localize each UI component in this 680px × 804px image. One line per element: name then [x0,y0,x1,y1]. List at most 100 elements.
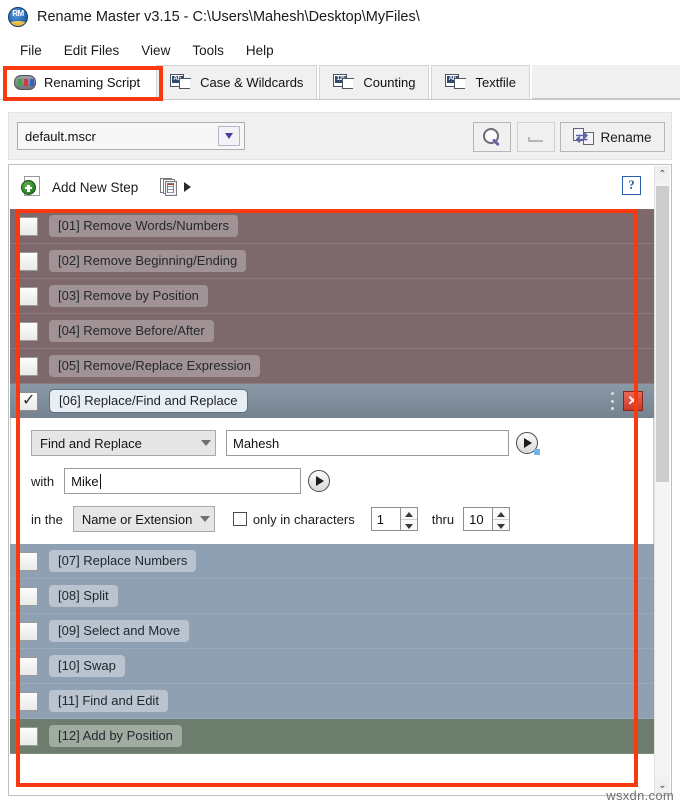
step-label: [11] Find and Edit [49,690,168,712]
help-button[interactable]: ? [622,176,641,195]
ab-document-icon: Ab [170,74,192,91]
chevron-down-icon [201,440,211,446]
step-label: [07] Replace Numbers [49,550,197,572]
add-new-step-label[interactable]: Add New Step [52,180,138,195]
title-bar: Rename Master v3.15 - C:\Users\Mahesh\De… [0,0,680,34]
magnifier-icon [483,128,501,146]
replace-mode-combobox[interactable]: Find and Replace [31,430,216,456]
script-file-value: default.mscr [25,128,96,144]
step-row[interactable]: [05] Remove/Replace Expression [10,349,654,384]
step-row[interactable]: [12] Add by Position [10,719,654,754]
scroll-up-button[interactable]: ⌃ [655,166,670,183]
step-row[interactable]: [01] Remove Words/Numbers [10,209,654,244]
thru-label: thru [431,511,455,527]
menu-help[interactable]: Help [235,40,285,61]
char-to-value[interactable]: 10 [463,507,494,531]
find-input-value: Mahesh [233,435,280,451]
rename-button-label: Rename [600,129,652,145]
menu-file[interactable]: File [9,40,53,61]
expanded-step-06: [06] Replace/Find and Replace ✕ Find and… [10,384,654,544]
with-label: with [31,473,55,489]
menu-tools[interactable]: Tools [181,40,235,61]
chevron-down-icon[interactable] [218,126,240,146]
step-row[interactable]: [09] Select and Move [10,614,654,649]
expanded-step-title: [06] Replace/Find and Replace [49,389,248,413]
preview-button[interactable] [473,122,511,152]
app-icon-rm [8,7,28,27]
step-checkbox[interactable] [19,216,38,236]
replace-with-input[interactable]: Mike [64,468,302,494]
step-checkbox[interactable] [19,586,38,606]
step-label: [08] Split [49,585,118,607]
replace-with-row: with Mike [31,468,639,494]
step-checkbox[interactable] [19,321,38,341]
tab-strip: Renaming Script Ab Case & Wildcards 12³ … [0,65,680,100]
tab-renaming-script[interactable]: Renaming Script [0,65,155,99]
menu-bar: File Edit Files View Tools Help [0,36,680,64]
char-to-stepper[interactable]: 10 [463,507,511,531]
menu-edit-files[interactable]: Edit Files [53,40,131,61]
tab-label: Case & Wildcards [200,75,304,90]
step-checkbox[interactable] [19,251,38,271]
only-in-characters-checkbox[interactable] [232,512,247,526]
step-checkbox[interactable] [19,691,38,711]
undo-button[interactable] [517,122,555,152]
step-checkbox[interactable] [19,726,38,746]
step-checkbox[interactable] [19,551,38,571]
ab-document-icon: Ab [445,74,467,91]
steps-panel-header: Add New Step ? [9,165,671,209]
step-checkbox[interactable] [19,621,38,641]
step-checkbox[interactable] [19,356,38,376]
char-from-stepper[interactable]: 1 [370,507,418,531]
step-label: [04] Remove Before/After [49,320,214,342]
step-row[interactable]: [07] Replace Numbers [10,544,654,579]
script-file-combobox[interactable]: default.mscr [17,122,245,150]
replace-with-input-value: Mike [71,473,99,489]
only-in-characters-checkbox-wrap[interactable]: only in characters [232,511,355,527]
more-vertical-icon[interactable] [610,392,614,410]
step-row[interactable]: [10] Swap [10,649,654,684]
tab-textfile[interactable]: Ab Textfile [431,65,530,99]
step-label: [03] Remove by Position [49,285,208,307]
script-stack-icon[interactable] [160,177,179,197]
vertical-scrollbar[interactable]: ⌃ ⌄ [654,166,670,794]
stepper-arrows-icon[interactable] [400,507,418,531]
script-steps-panel: Add New Step ? [01] Remove Words/Numbers… [8,164,672,796]
rename-pages-icon: ⇄ [573,128,595,146]
find-row: Find and Replace Mahesh [31,430,639,456]
scrollbar-thumb[interactable] [656,186,669,482]
rename-button[interactable]: ⇄ Rename [560,122,665,152]
in-the-label: in the [31,511,63,527]
stepper-arrows-icon[interactable] [493,507,511,531]
insert-play-icon[interactable] [516,432,540,455]
expanded-step-checkbox[interactable] [19,390,38,411]
insert-play-icon[interactable] [308,470,331,492]
find-input[interactable]: Mahesh [226,430,509,456]
step-row[interactable]: [11] Find and Edit [10,684,654,719]
step-label: [05] Remove/Replace Expression [49,355,260,377]
expanded-step-body: Find and Replace Mahesh with Mike in the… [10,418,654,544]
add-document-icon[interactable] [21,176,43,198]
chevron-down-icon [199,516,210,522]
step-checkbox[interactable] [19,286,38,306]
tab-counting[interactable]: 12³ Counting [319,65,430,99]
step-row[interactable]: [02] Remove Beginning/Ending [10,244,654,279]
step-label: [12] Add by Position [49,725,182,747]
steps-list: [01] Remove Words/Numbers [02] Remove Be… [10,209,654,794]
scope-combobox[interactable]: Name or Extension [72,506,215,532]
play-triangle-icon[interactable] [184,182,192,192]
step-label: [01] Remove Words/Numbers [49,215,238,237]
tab-label: Textfile [475,75,516,90]
expanded-step-header[interactable]: [06] Replace/Find and Replace ✕ [10,384,654,418]
menu-view[interactable]: View [130,40,181,61]
step-checkbox[interactable] [19,656,38,676]
step-row[interactable]: [04] Remove Before/After [10,314,654,349]
undo-icon [526,130,546,144]
close-x-icon[interactable]: ✕ [623,391,643,411]
only-in-characters-label: only in characters [252,511,355,527]
tab-case-wildcards[interactable]: Ab Case & Wildcards [156,65,318,99]
tab-label: Renaming Script [44,74,141,90]
step-row[interactable]: [08] Split [10,579,654,614]
char-from-value[interactable]: 1 [370,507,401,531]
step-row[interactable]: [03] Remove by Position [10,279,654,314]
